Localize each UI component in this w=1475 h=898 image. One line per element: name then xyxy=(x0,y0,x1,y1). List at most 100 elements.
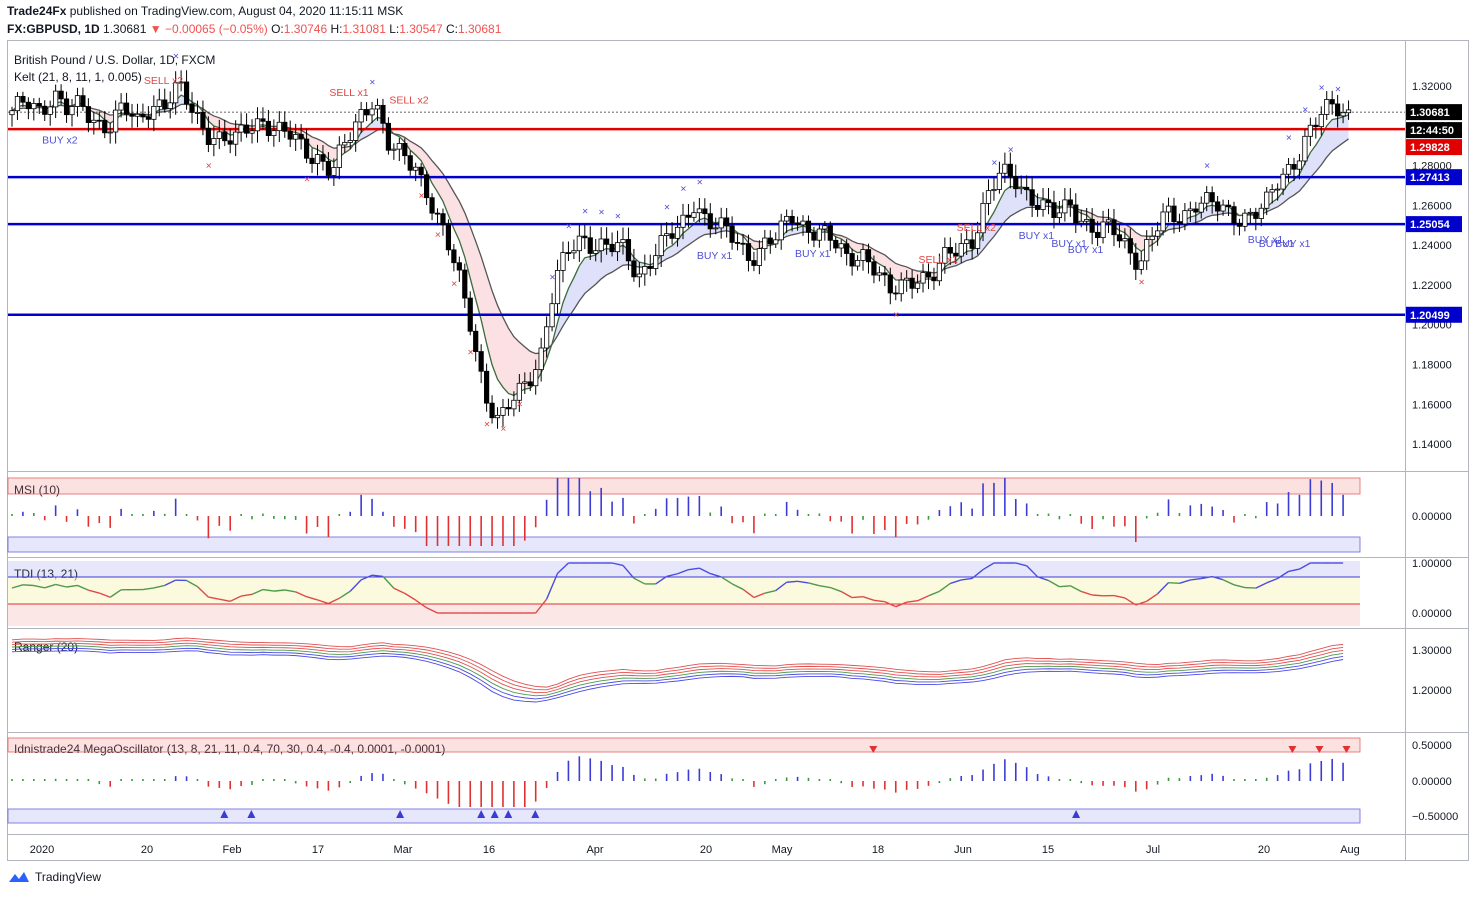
candle-body xyxy=(1296,160,1303,170)
candle-body xyxy=(898,279,904,295)
candle-body xyxy=(1116,234,1123,242)
time-tick: 2020 xyxy=(30,844,54,856)
signal-cross-icon: ✕ xyxy=(451,280,458,289)
tdi-tick: 0.00000 xyxy=(1412,608,1452,620)
sell-signal-label: SELL x2 xyxy=(957,222,996,234)
signal-cross-icon: ✕ xyxy=(418,192,425,201)
candle-body xyxy=(129,113,135,117)
band-fill xyxy=(508,328,514,396)
candle-body xyxy=(745,243,752,261)
signal-cross-icon: ✕ xyxy=(1138,278,1145,287)
buy-signal-label: BUY x1 xyxy=(697,250,733,262)
candle-body xyxy=(451,249,457,264)
mega-tick: 0.50000 xyxy=(1412,740,1452,752)
candle-body xyxy=(882,272,888,276)
candle-body xyxy=(298,134,304,140)
time-tick: 17 xyxy=(312,844,324,856)
price-tick: 1.14000 xyxy=(1412,439,1452,451)
signal-cross-icon: ✕ xyxy=(205,161,212,170)
candle-body xyxy=(287,130,293,140)
candle-body xyxy=(183,81,190,105)
candle-body xyxy=(265,120,271,137)
candle-body xyxy=(303,138,310,159)
candle-body xyxy=(113,109,119,133)
candle-body xyxy=(1285,164,1292,175)
signal-cross-icon: ✕ xyxy=(1302,105,1309,114)
time-tick: 20 xyxy=(700,844,712,856)
candle-body xyxy=(162,99,168,110)
candle-body xyxy=(1215,201,1221,212)
time-tick: Jun xyxy=(954,844,972,856)
candle-body xyxy=(620,239,626,244)
msi-lower-zone xyxy=(7,536,1361,553)
brand-name: TradingView xyxy=(35,870,102,884)
candle-body xyxy=(691,212,697,218)
candle-body xyxy=(658,235,664,257)
signal-cross-icon: ✕ xyxy=(1335,85,1342,94)
candle-body xyxy=(1007,163,1013,177)
price-badge-label: 1.27413 xyxy=(1410,172,1450,184)
candle-body xyxy=(478,351,484,372)
buy-signal-label: BUY x1 xyxy=(795,248,831,260)
candle-body xyxy=(271,130,277,137)
candle-body xyxy=(664,233,670,236)
candle-body xyxy=(931,276,937,282)
candle-body xyxy=(647,266,653,269)
candle-body xyxy=(696,208,702,214)
candle-body xyxy=(773,239,779,245)
tradingview-brand[interactable]: TradingView xyxy=(8,870,101,884)
candle-body xyxy=(538,347,544,371)
candle-body xyxy=(85,106,91,123)
time-tick: May xyxy=(772,844,793,856)
candle-body xyxy=(1013,175,1019,190)
candle-body xyxy=(336,144,342,168)
candle-body xyxy=(1024,186,1030,191)
candle-body xyxy=(53,90,59,108)
band-fill xyxy=(584,256,591,294)
price-badge-label: 1.30681 xyxy=(1410,107,1450,119)
candle-body xyxy=(227,140,233,145)
candle-body xyxy=(631,260,637,278)
candle-body xyxy=(985,190,992,204)
time-tick: 15 xyxy=(1042,844,1054,856)
candle-body xyxy=(58,90,64,100)
candle-body xyxy=(1313,124,1319,128)
price-tick: 1.16000 xyxy=(1412,399,1452,411)
candle-body xyxy=(189,103,195,113)
band-fill xyxy=(1337,116,1344,147)
signal-cross-icon: ✕ xyxy=(467,348,474,357)
candle-body xyxy=(500,407,506,416)
candle-body xyxy=(598,238,604,252)
sell-signal-label: SELL x1 xyxy=(329,87,368,99)
signal-cross-icon: ✕ xyxy=(696,178,703,187)
price-tick: 1.22000 xyxy=(1412,280,1452,292)
high-value: 1.31081 xyxy=(342,22,386,36)
candle-body xyxy=(614,242,621,253)
candle-body xyxy=(778,220,784,241)
price-tick: 1.32000 xyxy=(1412,81,1452,93)
candle-body xyxy=(860,249,866,261)
candle-body xyxy=(1329,99,1335,105)
candle-body xyxy=(1100,221,1106,238)
band-fill xyxy=(1010,186,1016,217)
candle-body xyxy=(1280,173,1286,190)
candle-body xyxy=(642,266,648,275)
candle-body xyxy=(418,166,424,176)
candle-body xyxy=(974,232,981,249)
main-pane-title: British Pound / U.S. Dollar, 1D, FXCM xyxy=(14,53,215,67)
candle-body xyxy=(320,154,326,162)
close-label: C: xyxy=(445,22,458,36)
candle-body xyxy=(909,277,915,289)
candle-body xyxy=(1034,205,1041,210)
signal-cross-icon: ✕ xyxy=(615,212,622,221)
band-fill xyxy=(1015,187,1022,213)
chart-canvas[interactable]: British Pound / U.S. Dollar, 1D, FXCM Ke… xyxy=(0,40,1475,868)
tdi-line-segment xyxy=(1168,581,1180,584)
candle-body xyxy=(734,242,741,244)
candle-body xyxy=(1182,210,1188,225)
mega-upper-zone xyxy=(7,737,1361,753)
candle-body xyxy=(718,217,724,229)
high-label: H: xyxy=(330,22,343,36)
candle-body xyxy=(25,101,31,110)
candle-body xyxy=(445,224,452,251)
